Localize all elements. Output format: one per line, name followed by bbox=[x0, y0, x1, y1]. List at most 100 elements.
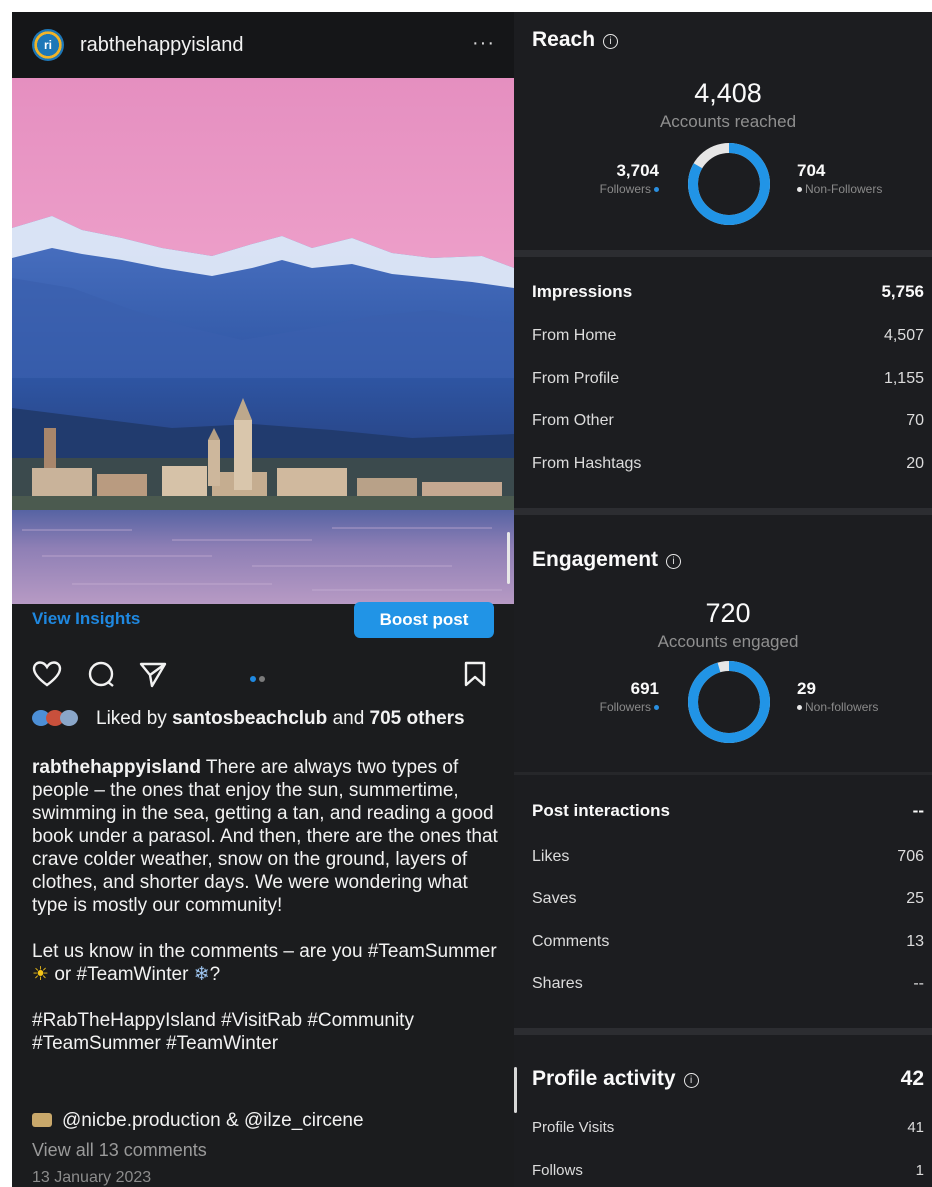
impressions-row-label: From Home bbox=[532, 327, 617, 344]
interaction-row-value: 13 bbox=[906, 933, 924, 950]
post-date: 13 January 2023 bbox=[32, 1169, 152, 1186]
caption-question-b: or #TeamWinter bbox=[54, 964, 189, 985]
liked-by-user[interactable]: santosbeachclub bbox=[172, 708, 327, 729]
comment-icon[interactable] bbox=[86, 660, 116, 688]
profile-row-label: Profile Visits bbox=[532, 1119, 615, 1136]
reach-followers-text: Followers bbox=[599, 182, 651, 196]
reach-non-followers-value: 704 bbox=[797, 161, 826, 180]
post-caption: rabthehappyisland There are always two t… bbox=[32, 756, 502, 1055]
engagement-donut-chart bbox=[688, 661, 770, 743]
impressions-row-value: 4,507 bbox=[883, 327, 924, 344]
liker-avatars bbox=[32, 710, 92, 726]
camera-icon bbox=[32, 1113, 52, 1127]
reach-donut-chart bbox=[688, 143, 770, 225]
post-header: ri rabthehappyisland ··· bbox=[12, 12, 514, 78]
profile-row-value: 41 bbox=[907, 1119, 924, 1136]
reach-total-label: Accounts reached bbox=[659, 112, 797, 131]
likes-others[interactable]: 705 others bbox=[370, 708, 465, 729]
boost-post-button[interactable]: Boost post bbox=[354, 602, 494, 638]
avatar[interactable]: ri bbox=[32, 29, 64, 61]
info-icon[interactable]: i bbox=[683, 1073, 699, 1088]
reach-total: 4,408 bbox=[694, 78, 762, 108]
engagement-donut-followers bbox=[688, 661, 770, 743]
profile-row-value: 1 bbox=[915, 1162, 924, 1179]
caption-username[interactable]: rabthehappyisland bbox=[32, 757, 201, 778]
impressions-row-label: From Hashtags bbox=[532, 455, 642, 472]
divider bbox=[514, 1028, 932, 1035]
caption-question: Let us know in the comments – are you #T… bbox=[32, 941, 497, 962]
engagement-title: Engagement i bbox=[532, 548, 682, 572]
post-photo bbox=[12, 78, 514, 604]
carousel-dots bbox=[250, 669, 268, 687]
divider bbox=[514, 250, 932, 257]
view-insights-link[interactable]: View Insights bbox=[32, 609, 140, 629]
view-comments-link[interactable]: View all 13 comments bbox=[32, 1140, 207, 1161]
interaction-row-label: Comments bbox=[532, 933, 610, 950]
post-interactions-value: -- bbox=[912, 801, 924, 820]
profile-activity-title: Profile activity i bbox=[532, 1067, 699, 1091]
interaction-row-label: Saves bbox=[532, 890, 577, 907]
scroll-handle[interactable] bbox=[507, 532, 510, 584]
engagement-followers-value: 691 bbox=[630, 679, 659, 698]
caption-body: There are always two types of people – t… bbox=[32, 757, 498, 916]
more-options-icon[interactable]: ··· bbox=[472, 32, 495, 55]
interaction-row-label: Shares bbox=[532, 975, 583, 992]
post-interactions-label: Post interactions bbox=[532, 801, 670, 820]
carousel-dot bbox=[259, 676, 265, 682]
engagement-followers-text: Followers bbox=[599, 700, 651, 714]
engagement-total: 720 bbox=[705, 598, 751, 628]
sun-emoji: ☀ bbox=[32, 964, 50, 985]
reach-non-followers-text: Non-Followers bbox=[805, 182, 883, 196]
post-panel: ri rabthehappyisland ··· View Insights B… bbox=[12, 12, 514, 1187]
caption-hashtags-2[interactable]: #TeamSummer #TeamWinter bbox=[32, 1033, 278, 1054]
likes-summary[interactable]: Liked by santosbeachclub and 705 others bbox=[32, 708, 502, 730]
info-icon[interactable]: i bbox=[603, 34, 619, 49]
heart-icon[interactable] bbox=[32, 660, 62, 688]
bookmark-icon[interactable] bbox=[462, 660, 488, 688]
impressions-value: 5,756 bbox=[881, 282, 924, 301]
caption-question-end: ? bbox=[209, 964, 221, 985]
profile-row-label: Follows bbox=[532, 1162, 583, 1179]
reach-title-text: Reach bbox=[532, 28, 596, 51]
engagement-followers-label: Followers bbox=[600, 700, 659, 714]
impressions-row-label: From Other bbox=[532, 412, 614, 429]
non-followers-dot bbox=[797, 705, 802, 710]
reach-title: Reach i bbox=[532, 28, 619, 52]
followers-dot bbox=[654, 187, 659, 192]
profile-activity-value: 42 bbox=[900, 1067, 924, 1090]
likes-prefix: Liked by bbox=[96, 708, 167, 729]
post-username[interactable]: rabthehappyisland bbox=[80, 34, 243, 57]
reach-non-followers-label: Non-Followers bbox=[797, 182, 882, 196]
profile-activity-title-text: Profile activity bbox=[532, 1067, 676, 1090]
non-followers-dot bbox=[797, 187, 802, 192]
insights-panel: Reach i 4,408 Accounts reached 3,704 Foll… bbox=[514, 12, 932, 1187]
divider bbox=[514, 772, 932, 775]
photo-credits[interactable]: @nicbe.production & @ilze_circene bbox=[32, 1110, 364, 1132]
snowflake-emoji: ❄ bbox=[193, 964, 210, 985]
impressions-label: Impressions bbox=[532, 282, 633, 301]
impressions-row-label: From Profile bbox=[532, 370, 620, 387]
reach-followers-label: Followers bbox=[600, 182, 659, 196]
share-icon[interactable] bbox=[138, 660, 168, 688]
credits-text[interactable]: @nicbe.production & @ilze_circene bbox=[62, 1110, 364, 1131]
impressions-row-value: 1,155 bbox=[883, 370, 924, 387]
divider bbox=[514, 508, 932, 515]
interaction-row-value: -- bbox=[913, 975, 924, 992]
interaction-row-value: 25 bbox=[906, 890, 924, 907]
engagement-non-followers-text: Non-followers bbox=[805, 700, 879, 714]
followers-dot bbox=[654, 705, 659, 710]
engagement-non-followers-label: Non-followers bbox=[797, 700, 878, 714]
carousel-dot-active bbox=[250, 676, 256, 682]
interaction-row-value: 706 bbox=[897, 848, 924, 865]
engagement-total-label: Accounts engaged bbox=[657, 632, 799, 651]
scroll-handle[interactable] bbox=[514, 1067, 517, 1113]
impressions-row-value: 20 bbox=[906, 455, 924, 472]
engagement-title-text: Engagement bbox=[532, 548, 659, 571]
engagement-non-followers-value: 29 bbox=[797, 679, 816, 698]
reach-followers-value: 3,704 bbox=[616, 161, 659, 180]
caption-hashtags-1[interactable]: #RabTheHappyIsland #VisitRab #Community bbox=[32, 1010, 414, 1031]
info-icon[interactable]: i bbox=[666, 554, 682, 569]
interaction-row-label: Likes bbox=[532, 848, 570, 865]
likes-and: and bbox=[332, 708, 365, 729]
impressions-row-value: 70 bbox=[906, 412, 924, 429]
